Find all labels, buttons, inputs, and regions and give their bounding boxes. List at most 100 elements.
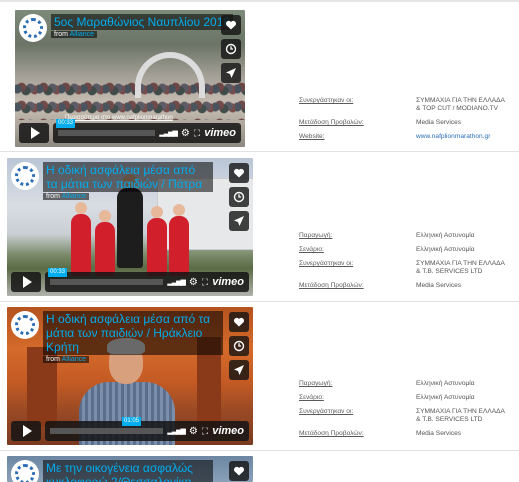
timecode: 01:05 — [122, 417, 142, 426]
clock-icon[interactable] — [229, 187, 249, 207]
meta-row: Σενάριο: Ελληνική Αστυνομία — [299, 394, 509, 402]
player-controls: 01:05 ▂▃▅▆ ⚙ ⛶ vimeo — [11, 417, 249, 441]
meta-label: Μετάδοση Προβολών: — [299, 430, 364, 437]
meta-row: Συνεργάστηκαν οι: ΣΥΜΜΑΧΙΑ ΓΙΑ ΤΗΝ ΕΛΛΑΔ… — [299, 408, 509, 424]
video-player-1[interactable]: 5ος Μαραθώνιος Ναυπλίου 2018 from Allian… — [15, 10, 245, 147]
paper-plane-icon[interactable] — [229, 360, 249, 380]
progress-bar[interactable]: 00:33 — [48, 268, 164, 285]
meta-value: ΣΥΜΜΑΧΙΑ ΓΙΑ ΤΗΝ ΕΛΛΑΔΑ & T.B. SERVICES … — [416, 260, 505, 275]
fullscreen-icon[interactable]: ⛶ — [194, 128, 200, 139]
crowd-scene — [15, 80, 245, 120]
volume-icon[interactable]: ▂▃▅▆ — [159, 129, 178, 137]
control-track: 00:33 ▂▃▅▆ ⚙ ⛶ vimeo — [53, 119, 241, 143]
vimeo-logo[interactable]: vimeo — [212, 425, 244, 437]
from-line: from Alliance — [43, 356, 90, 363]
video-title-overlay: Η οδική ασφάλεια μέσα από τα μάτια των π… — [11, 311, 223, 363]
heart-icon[interactable] — [229, 163, 249, 183]
meta-value: Ελληνική Αστυνομία — [416, 232, 475, 239]
video-title-overlay: Η οδική ασφάλεια μέσα από τα μάτια των π… — [11, 162, 213, 200]
paper-plane-icon[interactable] — [221, 63, 241, 83]
vimeo-logo[interactable]: vimeo — [204, 127, 236, 139]
volume-icon[interactable]: ▂▃▅▆ — [167, 278, 186, 286]
gear-icon[interactable]: ⚙ — [189, 426, 198, 437]
meta-value: ΣΥΜΜΑΧΙΑ ΓΙΑ ΤΗΝ ΕΛΛΑΔΑ & T.B. SERVICES … — [416, 408, 505, 423]
child-figure — [95, 210, 115, 276]
meta-value: Media Services — [416, 119, 462, 126]
channel-link[interactable]: Alliance — [62, 193, 87, 200]
paper-plane-icon[interactable] — [229, 211, 249, 231]
volume-icon[interactable]: ▂▃▅▆ — [167, 427, 186, 435]
meta-label: Σενάριο: — [299, 394, 324, 401]
video-title-overlay: 5ος Μαραθώνιος Ναυπλίου 2018 from Allian… — [19, 14, 234, 42]
video-1-meta: Συνεργάστηκαν οι: ΣΥΜΜΑΧΙΑ ΓΙΑ ΤΗΝ ΕΛΛΑΔ… — [299, 97, 509, 147]
meta-label: Παραγωγή: — [299, 380, 333, 387]
video-title[interactable]: Η οδική ασφάλεια μέσα από τα μάτια των π… — [43, 311, 223, 355]
meta-label: Συνεργάστηκαν οι: — [299, 408, 354, 415]
clock-icon[interactable] — [221, 39, 241, 59]
timecode: 00:33 — [48, 268, 68, 277]
video-title[interactable]: Με την οικογένεια ασφαλώς κυκλοφορώ 2/Θε… — [43, 460, 213, 482]
meta-value: Ελληνική Αστυνομία — [416, 380, 475, 387]
finish-arch — [135, 52, 205, 98]
channel-logo[interactable] — [11, 460, 39, 482]
meta-row: Παραγωγή: Ελληνική Αστυνομία — [299, 232, 509, 240]
top-border — [0, 0, 519, 2]
clock-icon[interactable] — [229, 336, 249, 356]
channel-logo[interactable] — [11, 311, 39, 339]
progress-bar[interactable]: 00:33 — [56, 119, 156, 136]
channel-link[interactable]: Alliance — [70, 31, 95, 38]
control-track: 01:05 ▂▃▅▆ ⚙ ⛶ vimeo — [45, 417, 249, 441]
child-figure — [71, 202, 91, 276]
vimeo-logo[interactable]: vimeo — [212, 276, 244, 288]
video-player-3[interactable]: Η οδική ασφάλεια μέσα από τα μάτια των π… — [7, 307, 253, 445]
adult-figure — [117, 174, 143, 268]
video-title-overlay: Με την οικογένεια ασφαλώς κυκλοφορώ 2/Θε… — [11, 460, 213, 482]
meta-row: Μετάδοση Προβολών: Media Services — [299, 282, 509, 290]
video-player-4[interactable]: Με την οικογένεια ασφαλώς κυκλοφορώ 2/Θε… — [7, 456, 253, 482]
section-divider — [0, 301, 519, 302]
meta-value: Media Services — [416, 282, 462, 289]
side-controls — [221, 15, 241, 83]
play-icon[interactable] — [11, 421, 41, 441]
channel-logo[interactable] — [19, 14, 47, 42]
video-title[interactable]: Η οδική ασφάλεια μέσα από τα μάτια των π… — [43, 162, 213, 192]
gear-icon[interactable]: ⚙ — [189, 277, 198, 288]
play-icon[interactable] — [11, 272, 41, 292]
gear-icon[interactable]: ⚙ — [181, 128, 190, 139]
channel-link[interactable]: Alliance — [62, 356, 87, 363]
player-controls: 00:33 ▂▃▅▆ ⚙ ⛶ vimeo — [11, 268, 249, 292]
heart-icon[interactable] — [229, 461, 249, 481]
meta-label: Παραγωγή: — [299, 232, 333, 239]
side-controls — [229, 461, 249, 481]
progress-bar[interactable]: 01:05 — [50, 417, 164, 434]
side-controls — [229, 163, 249, 231]
meta-row: Μετάδοση Προβολών: Media Services — [299, 430, 509, 438]
meta-row: Website: www.nafplionmarathon.gr — [299, 133, 509, 141]
child-figure — [169, 204, 189, 276]
player-controls: 00:33 ▂▃▅▆ ⚙ ⛶ vimeo — [19, 119, 241, 143]
from-line: from Alliance — [43, 193, 90, 200]
from-line: from Alliance — [51, 31, 98, 38]
website-link[interactable]: www.nafplionmarathon.gr — [416, 133, 490, 141]
overlay-link[interactable]: Περισσότερα στο www.nafplionmarathon — [65, 115, 173, 121]
meta-value: ΣΥΜΜΑΧΙΑ ΓΙΑ ΤΗΝ ΕΛΛΑΔΑ & TOP CUT / MODI… — [416, 97, 505, 112]
meta-row: Παραγωγή: Ελληνική Αστυνομία — [299, 380, 509, 388]
fullscreen-icon[interactable]: ⛶ — [202, 277, 208, 288]
heart-icon[interactable] — [229, 312, 249, 332]
meta-value: Media Services — [416, 430, 462, 437]
heart-icon[interactable] — [221, 15, 241, 35]
fullscreen-icon[interactable]: ⛶ — [202, 426, 208, 437]
meta-row: Μετάδοση Προβολών: Media Services — [299, 119, 509, 127]
meta-value: Ελληνική Αστυνομία — [416, 394, 475, 401]
meta-row: Σενάριο: Ελληνική Αστυνομία — [299, 246, 509, 254]
meta-label: Συνεργάστηκαν οι: — [299, 260, 354, 267]
video-player-2[interactable]: Η οδική ασφάλεια μέσα από τα μάτια των π… — [7, 158, 253, 296]
channel-logo[interactable] — [11, 162, 39, 190]
control-track: 00:33 ▂▃▅▆ ⚙ ⛶ vimeo — [45, 268, 249, 292]
meta-label: Website: — [299, 133, 325, 140]
meta-value: Ελληνική Αστυνομία — [416, 246, 475, 253]
meta-row: Συνεργάστηκαν οι: ΣΥΜΜΑΧΙΑ ΓΙΑ ΤΗΝ ΕΛΛΑΔ… — [299, 260, 509, 276]
play-icon[interactable] — [19, 123, 49, 143]
video-title[interactable]: 5ος Μαραθώνιος Ναυπλίου 2018 — [51, 14, 234, 30]
meta-label: Σενάριο: — [299, 246, 324, 253]
